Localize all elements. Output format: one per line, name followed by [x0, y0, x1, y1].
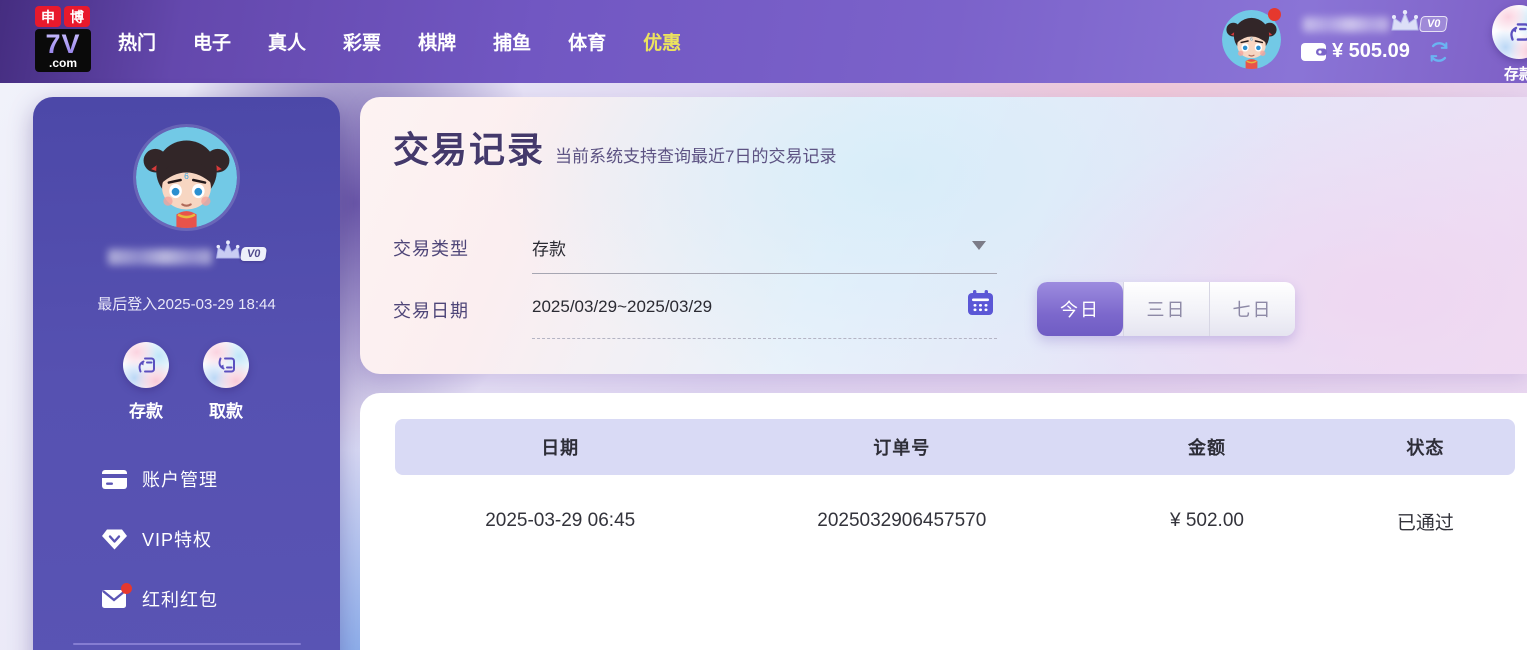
sidebar-vip-crown-icon	[213, 239, 243, 263]
nav-item-chess[interactable]: 棋牌	[418, 28, 456, 55]
content-area: V0 最后登入2025-03-29 18:44 存款 取款 账户管理 VIP特权…	[0, 83, 1527, 650]
table-header-date: 日期	[541, 438, 580, 458]
table-header-row: 日期 订单号 金额 状态	[395, 419, 1515, 475]
table-header-status: 状态	[1406, 438, 1445, 458]
deposit-circle-icon[interactable]	[1492, 5, 1527, 59]
sidebar: V0 最后登入2025-03-29 18:44 存款 取款 账户管理 VIP特权…	[33, 97, 340, 650]
nav-item-promo[interactable]: 优惠	[643, 28, 681, 55]
bonus-notification-dot	[121, 583, 132, 594]
cell-date: 2025-03-29 06:45	[485, 510, 636, 531]
sidebar-item-account[interactable]: 账户管理	[101, 449, 331, 509]
date-range-group: 今日 三日 七日	[1037, 282, 1295, 336]
sidebar-item-label: 账户管理	[142, 470, 218, 490]
vip-crown-icon	[1388, 9, 1422, 35]
table-header-order: 订单号	[873, 438, 931, 458]
sidebar-menu: 账户管理 VIP特权 红利红包	[101, 449, 331, 629]
floating-deposit-widget[interactable]: 存款	[1484, 5, 1527, 84]
logo-tile-shen: 申	[35, 6, 61, 27]
filter-date-input[interactable]: 2025/03/29~2025/03/29	[532, 297, 997, 317]
sidebar-avatar	[136, 127, 237, 228]
filter-type-label: 交易类型	[393, 239, 469, 259]
balance-amount: ¥ 505.09	[1332, 40, 1410, 62]
main-menu: 热门 电子 真人 彩票 棋牌 捕鱼 体育 优惠	[118, 0, 681, 83]
page-title-row: 交易记录 当前系统支持查询最近7日的交易记录	[393, 121, 836, 173]
wallet-icon	[1300, 41, 1327, 62]
table-row: 2025-03-29 06:45 2025032906457570 ¥ 502.…	[395, 475, 1515, 567]
range-button-3days[interactable]: 三日	[1123, 282, 1209, 336]
chevron-down-icon[interactable]	[972, 241, 986, 250]
logo-tile-bo: 博	[64, 6, 90, 27]
nav-item-sports[interactable]: 体育	[568, 28, 606, 55]
sidebar-item-label: 红利红包	[142, 590, 218, 610]
sidebar-username-blurred	[108, 249, 212, 265]
nav-item-hot[interactable]: 热门	[118, 28, 156, 55]
page-title: 交易记录	[393, 129, 546, 170]
sidebar-deposit-button[interactable]: 存款	[104, 342, 188, 422]
filter-date-label: 交易日期	[393, 301, 469, 321]
sidebar-withdraw-button[interactable]: 取款	[184, 342, 268, 422]
floating-deposit-label: 存款	[1503, 66, 1527, 83]
filter-type-select[interactable]: 存款	[532, 235, 997, 260]
page-subtitle: 当前系统支持查询最近7日的交易记录	[555, 147, 837, 166]
card-icon	[101, 467, 128, 491]
vip-level-badge: V0	[1418, 16, 1449, 32]
username-blurred	[1303, 17, 1389, 32]
last-login-text: 最后登入2025-03-29 18:44	[97, 296, 276, 313]
notification-dot	[1268, 8, 1281, 21]
deposit-icon[interactable]	[123, 342, 169, 388]
sidebar-item-vip[interactable]: VIP特权	[101, 509, 331, 569]
cell-order-number: 2025032906457570	[817, 510, 987, 531]
brand-logo[interactable]: 申 博 7V .com	[35, 6, 91, 72]
range-button-7days[interactable]: 七日	[1209, 282, 1295, 336]
sidebar-item-bonus[interactable]: 红利红包	[101, 569, 331, 629]
range-button-today[interactable]: 今日	[1037, 282, 1123, 336]
gem-icon	[101, 527, 128, 551]
nav-item-slots[interactable]: 电子	[193, 28, 231, 55]
nav-item-fishing[interactable]: 捕鱼	[493, 28, 531, 55]
logo-brand-text: 7V	[35, 30, 91, 58]
filter-panel: 交易记录 当前系统支持查询最近7日的交易记录 交易类型 存款 交易日期 2025…	[360, 97, 1527, 374]
filter-type-underline	[532, 273, 997, 274]
page: 申 博 7V .com 热门 电子 真人 彩票 棋牌 捕鱼 体育 优惠 V0 ¥…	[0, 0, 1527, 650]
refresh-balance-icon[interactable]	[1428, 41, 1450, 63]
sidebar-item-label: VIP特权	[142, 530, 213, 550]
sidebar-vip-level-badge: V0	[240, 247, 268, 261]
logo-suffix: .com	[48, 56, 77, 70]
filter-date-underline	[532, 338, 997, 339]
withdraw-icon[interactable]	[203, 342, 249, 388]
sidebar-divider	[73, 643, 301, 645]
envelope-icon	[101, 583, 132, 611]
table-header-amount: 金额	[1187, 438, 1226, 458]
nav-item-lottery[interactable]: 彩票	[343, 28, 381, 55]
sidebar-deposit-label: 存款	[129, 402, 163, 421]
sidebar-withdraw-label: 取款	[209, 402, 243, 421]
nav-item-live[interactable]: 真人	[268, 28, 306, 55]
top-nav: 申 博 7V .com 热门 电子 真人 彩票 棋牌 捕鱼 体育 优惠 V0 ¥…	[0, 0, 1527, 83]
cell-status: 已通过	[1396, 512, 1454, 534]
calendar-icon[interactable]	[966, 289, 995, 317]
records-table-panel: 日期 订单号 金额 状态 2025-03-29 06:45 2025032906…	[360, 393, 1527, 650]
cell-amount: ¥ 502.00	[1170, 510, 1244, 531]
